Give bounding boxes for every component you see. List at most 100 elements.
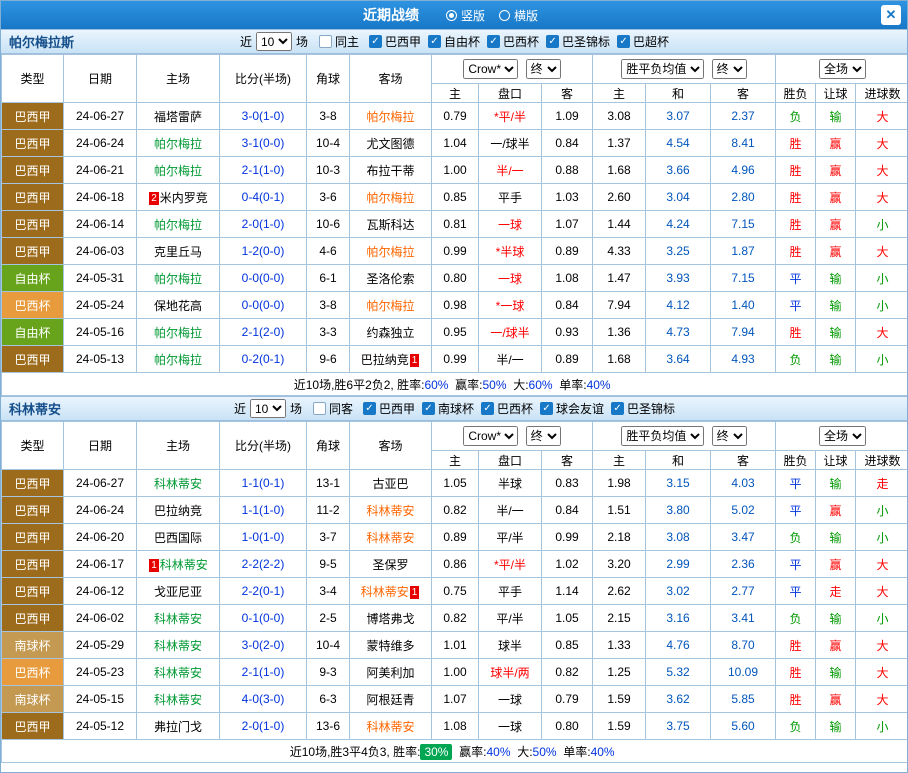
league-filter-label: 巴圣锦标 bbox=[562, 33, 610, 50]
league-cell: 巴西甲 bbox=[2, 211, 64, 238]
league-filter[interactable]: 巴西甲 bbox=[363, 400, 415, 417]
euro-away-odds-cell: 1.87 bbox=[711, 238, 776, 265]
europe-odds-select[interactable]: 胜平负均值 bbox=[621, 426, 704, 446]
asia-final-select[interactable]: 终 bbox=[526, 426, 561, 446]
league-cell: 巴西甲 bbox=[2, 551, 64, 578]
summary-stat-value: 50% bbox=[482, 378, 506, 392]
league-cell: 巴西甲 bbox=[2, 578, 64, 605]
euro-home-odds-cell: 1.59 bbox=[593, 713, 646, 740]
radio-label: 横版 bbox=[514, 7, 538, 24]
euro-draw-odds-cell: 3.25 bbox=[646, 238, 711, 265]
team-name-text: 帕尔梅拉 bbox=[154, 218, 202, 232]
summary-stat-label: 大: bbox=[513, 378, 528, 392]
euro-draw-odds-cell: 3.08 bbox=[646, 524, 711, 551]
team-name-text: 圣洛伦索 bbox=[366, 272, 414, 286]
league-filter-label: 巴西杯 bbox=[503, 33, 539, 50]
handicap-cell: 一/球半 bbox=[479, 130, 542, 157]
sub-header-euro-draw: 和 bbox=[646, 84, 711, 103]
goals-result-cell: 小 bbox=[856, 605, 908, 632]
asia-home-odds-cell: 0.75 bbox=[432, 578, 479, 605]
team-name-text: 帕尔梅拉 bbox=[154, 326, 202, 340]
home-team-cell: 科林蒂安 bbox=[137, 470, 220, 497]
league-filter[interactable]: 巴圣锦标 bbox=[611, 400, 675, 417]
match-table: 类型 日期 主场 比分(半场) 角球 客场 Crow* 终 胜平负均值 终 bbox=[1, 54, 908, 396]
league-filter-label: 巴西甲 bbox=[379, 400, 415, 417]
table-header-row-1: 类型 日期 主场 比分(半场) 角球 客场 Crow* 终 胜平负均值 终 bbox=[2, 422, 908, 451]
same-venue-filter[interactable]: 同客 bbox=[313, 400, 353, 417]
checkbox-checked-icon bbox=[422, 402, 435, 415]
handicap-cell: 半球 bbox=[479, 470, 542, 497]
team-name-text: 阿美利加 bbox=[366, 666, 414, 680]
asia-away-odds-cell: 1.02 bbox=[542, 551, 593, 578]
team-name-text: 尤文图德 bbox=[366, 137, 414, 151]
away-team-cell: 圣保罗 bbox=[350, 551, 432, 578]
team-name-text: 帕尔梅拉 bbox=[366, 191, 414, 205]
asia-bookmaker-select[interactable]: Crow* bbox=[463, 59, 518, 79]
euro-away-odds-cell: 2.80 bbox=[711, 184, 776, 211]
asia-final-select[interactable]: 终 bbox=[526, 59, 561, 79]
league-filter[interactable]: 巴西甲 bbox=[369, 33, 421, 50]
date-cell: 24-06-17 bbox=[64, 551, 137, 578]
score-cell: 1-2(0-0) bbox=[220, 238, 307, 265]
asia-away-odds-cell: 0.85 bbox=[542, 632, 593, 659]
handicap-result-cell: 赢 bbox=[816, 130, 856, 157]
team-name-text: 科林蒂安 bbox=[160, 558, 208, 572]
sub-header-ah-result: 让球 bbox=[816, 451, 856, 470]
europe-final-select[interactable]: 终 bbox=[712, 59, 747, 79]
league-filter[interactable]: 球会友谊 bbox=[540, 400, 604, 417]
recent-count-select[interactable]: 10 bbox=[250, 399, 286, 418]
score-cell: 2-0(1-0) bbox=[220, 211, 307, 238]
summary-stat-value: 40% bbox=[587, 378, 611, 392]
sub-header-euro-draw: 和 bbox=[646, 451, 711, 470]
corner-cell: 10-4 bbox=[307, 632, 350, 659]
match-row: 巴西甲24-06-27科林蒂安1-1(0-1)13-1古亚巴1.05半球0.83… bbox=[2, 470, 908, 497]
date-cell: 24-05-16 bbox=[64, 319, 137, 346]
handicap-result-cell: 输 bbox=[816, 292, 856, 319]
sub-header-euro-home: 主 bbox=[593, 84, 646, 103]
wdl-result-cell: 胜 bbox=[776, 659, 816, 686]
corner-cell: 3-7 bbox=[307, 524, 350, 551]
scope-select[interactable]: 全场 bbox=[819, 426, 866, 446]
europe-odds-select[interactable]: 胜平负均值 bbox=[621, 59, 704, 79]
league-filter[interactable]: 巴西杯 bbox=[481, 400, 533, 417]
league-filter[interactable]: 巴西杯 bbox=[487, 33, 539, 50]
euro-home-odds-cell: 2.15 bbox=[593, 605, 646, 632]
league-filter[interactable]: 南球杯 bbox=[422, 400, 474, 417]
rank-badge: 1 bbox=[410, 586, 420, 599]
view-radio-horizontal[interactable]: 横版 bbox=[499, 7, 538, 24]
asia-away-odds-cell: 0.84 bbox=[542, 130, 593, 157]
league-filter-label: 自由杯 bbox=[444, 33, 480, 50]
team-section-0: 帕尔梅拉斯 近 10 场 同主 巴西甲自由杯巴西杯巴圣锦标巴超杯 类型 bbox=[1, 29, 907, 396]
euro-home-odds-cell: 1.59 bbox=[593, 686, 646, 713]
sub-header-goals: 进球数 bbox=[856, 451, 908, 470]
match-row: 巴西甲24-06-02科林蒂安0-1(0-0)2-5博塔弗戈0.82平/半1.0… bbox=[2, 605, 908, 632]
date-cell: 24-05-31 bbox=[64, 265, 137, 292]
score-cell: 1-1(0-1) bbox=[220, 470, 307, 497]
league-cell: 巴西甲 bbox=[2, 130, 64, 157]
euro-home-odds-cell: 1.51 bbox=[593, 497, 646, 524]
league-filter-label: 球会友谊 bbox=[556, 400, 604, 417]
summary-record: 近10场,胜3平4负3, bbox=[290, 745, 393, 759]
league-filter[interactable]: 巴圣锦标 bbox=[546, 33, 610, 50]
recent-prefix-label: 近 bbox=[240, 33, 252, 50]
scope-select[interactable]: 全场 bbox=[819, 59, 866, 79]
recent-count-select[interactable]: 10 bbox=[256, 32, 292, 51]
wdl-result-cell: 胜 bbox=[776, 184, 816, 211]
sub-header-asia-away: 客 bbox=[542, 451, 593, 470]
league-filter[interactable]: 自由杯 bbox=[428, 33, 480, 50]
goals-result-cell: 小 bbox=[856, 497, 908, 524]
handicap-result-cell: 输 bbox=[816, 319, 856, 346]
section-bar: 科林蒂安 近 10 场 同客 巴西甲南球杯巴西杯球会友谊巴圣锦标 bbox=[1, 396, 907, 421]
corner-cell: 2-5 bbox=[307, 605, 350, 632]
view-radio-vertical[interactable]: 竖版 bbox=[446, 7, 485, 24]
europe-odds-header: 胜平负均值 终 bbox=[593, 422, 776, 451]
checkbox-checked-icon bbox=[428, 35, 441, 48]
league-filter[interactable]: 巴超杯 bbox=[617, 33, 669, 50]
euro-draw-odds-cell: 3.64 bbox=[646, 346, 711, 373]
asia-bookmaker-select[interactable]: Crow* bbox=[463, 426, 518, 446]
close-button[interactable]: ✕ bbox=[881, 5, 901, 25]
team-name-text: 瓦斯科达 bbox=[366, 218, 414, 232]
europe-final-select[interactable]: 终 bbox=[712, 426, 747, 446]
same-venue-filter[interactable]: 同主 bbox=[319, 33, 359, 50]
handicap-cell: 球半/两 bbox=[479, 659, 542, 686]
